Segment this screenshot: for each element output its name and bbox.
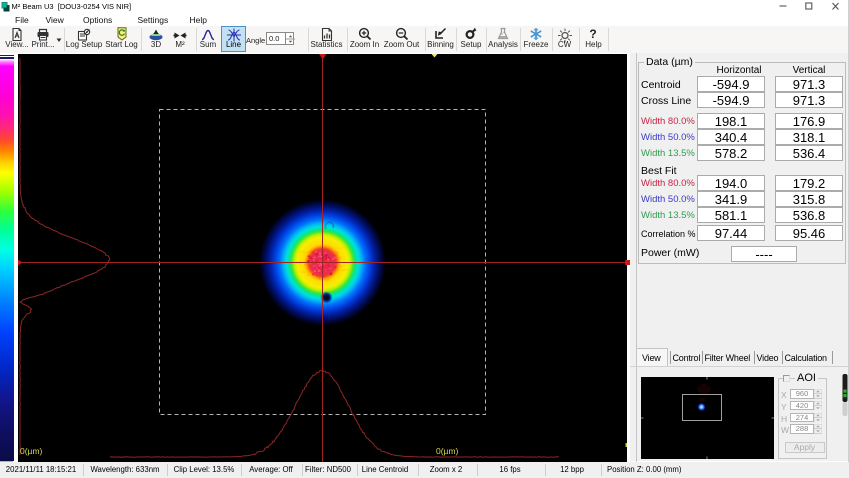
- svg-text:0(µm): 0(µm): [436, 446, 459, 456]
- svg-text:0(µm): 0(µm): [20, 446, 43, 456]
